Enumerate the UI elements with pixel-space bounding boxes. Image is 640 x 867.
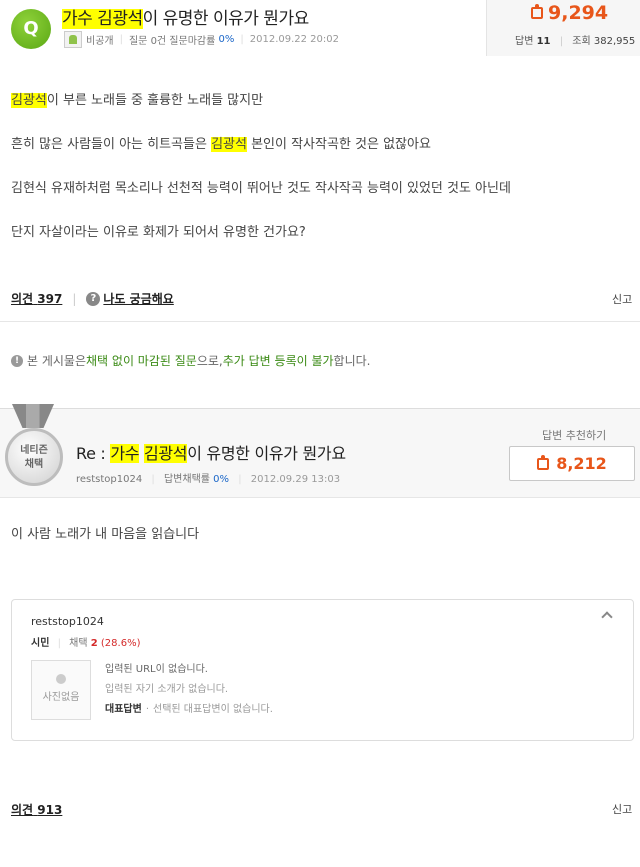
closed-notice: ! 본 게시물은 채택 없이 마감된 질문 으로, 추가 답변 등록이 불가 합니다… bbox=[11, 352, 370, 369]
profile-rep-answer: 대표답변 · 선택된 대표답변이 없습니다. bbox=[105, 700, 273, 720]
medal-line: 네티즌 bbox=[20, 445, 48, 456]
meta-separator: | bbox=[119, 34, 123, 45]
question-answer-view-stats: 답변 11 | 조회 382,955 bbox=[515, 32, 635, 47]
profile-rank-label: 시민 bbox=[31, 638, 50, 649]
opinion-label: 의견 bbox=[11, 803, 34, 817]
notice-text: 본 게시물은 bbox=[27, 354, 87, 368]
question-title-rest: 이 유명한 이유가 뭔가요 bbox=[142, 9, 310, 29]
question-title-highlight: 가수 김광석 bbox=[62, 9, 143, 29]
adopt-percent: (28.6%) bbox=[100, 638, 141, 649]
opinion-label: 의견 bbox=[11, 292, 34, 306]
views-label: 조회 bbox=[572, 36, 591, 47]
notice-highlight: 추가 답변 등록이 불가 bbox=[222, 354, 334, 368]
answer-recommend-button[interactable]: 8,212 bbox=[509, 446, 635, 481]
profile-url-info: 입력된 URL이 없습니다. bbox=[105, 664, 208, 675]
body-text: 이 부른 노래들 중 훌륭한 노래들 많지만 bbox=[46, 93, 264, 108]
profile-info: 입력된 URL이 없습니다. 입력된 자기 소개가 없습니다. 대표답변 · 선택된… bbox=[105, 660, 273, 720]
stats-separator: | bbox=[559, 36, 564, 47]
person-icon bbox=[56, 674, 66, 684]
question-paragraph: 흔히 많은 사람들이 아는 히트곡들은 김광석 본인이 작사작곡한 것은 없잖아… bbox=[11, 134, 511, 156]
answer-meta: reststop1024 | 답변채택률 0% | 2012.09.29 13:… bbox=[76, 470, 340, 485]
question-recommend-score[interactable]: 9,294 bbox=[531, 2, 608, 24]
profile-rank: 시민 | 채택 2 (28.6%) bbox=[31, 634, 140, 649]
close-rate: 0% bbox=[218, 34, 235, 45]
question-paragraph: 단지 자살이라는 이유로 화제가 되어서 유명한 건가요? bbox=[11, 225, 306, 240]
divider bbox=[0, 321, 640, 322]
bullet: · bbox=[145, 704, 149, 715]
rep-answer-label: 대표답변 bbox=[105, 704, 142, 715]
answer-author[interactable]: reststop1024 bbox=[76, 474, 142, 485]
thumbs-up-icon bbox=[537, 454, 550, 470]
action-separator: | bbox=[72, 291, 77, 306]
answer-title-prefix: Re : bbox=[76, 444, 111, 463]
notice-text: 합니다. bbox=[333, 354, 371, 368]
answer-recommend-count: 8,212 bbox=[556, 454, 607, 473]
question-meta: 비공개 | 질문 0건 질문마감률 0% | 2012.09.22 20:02 bbox=[64, 31, 339, 48]
question-actions: 의견 397 | ? 나도 궁금해요 bbox=[11, 290, 174, 307]
adopt-label: 채택 bbox=[69, 638, 88, 649]
body-text: 흔히 많은 사람들이 아는 히트곡들은 bbox=[11, 137, 212, 152]
me-too-button[interactable]: 나도 궁금해요 bbox=[103, 290, 173, 307]
body-highlight: 김광석 bbox=[211, 137, 247, 152]
question-date: 2012.09.22 20:02 bbox=[249, 34, 340, 45]
meta-separator: | bbox=[240, 34, 244, 45]
profile-photo-placeholder: 사진없음 bbox=[31, 660, 91, 720]
body-highlight: 김광석 bbox=[11, 93, 47, 108]
answers-count: 11 bbox=[536, 36, 551, 47]
notice-text: 으로, bbox=[196, 354, 223, 368]
thumbs-up-icon bbox=[531, 4, 543, 19]
notice-icon: ! bbox=[11, 354, 23, 367]
opinion-link[interactable]: 의견 397 bbox=[11, 290, 62, 307]
answer-title: Re : 가수 김광석이 유명한 이유가 뭔가요 bbox=[76, 440, 346, 464]
views-count: 382,955 bbox=[593, 36, 636, 47]
answers-label: 답변 bbox=[515, 36, 534, 47]
answer-rate: 0% bbox=[213, 474, 230, 485]
answer-body: 이 사람 노래가 내 마음을 읽습니다 bbox=[11, 527, 200, 542]
answer-actions: 의견 913 bbox=[11, 801, 62, 818]
answer-title-highlight: 김광석 bbox=[143, 444, 188, 463]
answer-rate-label: 답변채택률 bbox=[163, 474, 210, 485]
answer-report-link[interactable]: 신고 bbox=[612, 801, 632, 817]
question-paragraph: 김광석이 부른 노래들 중 훌륭한 노래들 많지만 bbox=[11, 90, 511, 112]
profile-intro-info: 입력된 자기 소개가 없습니다. bbox=[105, 684, 229, 695]
question-author[interactable]: 비공개 bbox=[86, 32, 114, 47]
adopt-count: 2 bbox=[90, 638, 98, 649]
answer-opinion-link[interactable]: 의견 913 bbox=[11, 803, 62, 817]
meta-separator: | bbox=[238, 474, 242, 485]
question-body: 김광석이 부른 노래들 중 훌륭한 노래들 많지만 흔히 많은 사람들이 아는 … bbox=[11, 90, 511, 266]
medal-line: 채택 bbox=[24, 459, 44, 470]
netizen-choice-medal-icon: 네티즌 채택 bbox=[5, 428, 63, 486]
answer-recommend-label: 답변 추천하기 bbox=[542, 429, 607, 442]
answer-title-highlight: 가수 bbox=[110, 444, 140, 463]
author-avatar-icon bbox=[64, 31, 82, 48]
question-paragraph: 김현식 유재하처럼 목소리나 선천적 능력이 뛰어난 것도 작사작곡 능력이 있… bbox=[11, 181, 511, 196]
profile-name[interactable]: reststop1024 bbox=[31, 615, 104, 628]
question-mark-icon: ? bbox=[86, 291, 101, 306]
meta-separator: | bbox=[151, 474, 155, 485]
question-badge-icon: Q bbox=[11, 9, 51, 49]
question-recommend-count: 9,294 bbox=[548, 2, 609, 24]
report-link[interactable]: 신고 bbox=[612, 291, 632, 307]
opinion-count: 397 bbox=[37, 292, 63, 306]
answer-date: 2012.09.29 13:03 bbox=[250, 474, 341, 485]
rep-answer-info: 선택된 대표답변이 없습니다. bbox=[153, 704, 273, 715]
answer-title-rest: 이 유명한 이유가 뭔가요 bbox=[187, 444, 346, 463]
question-count-text: 질문 0건 질문마감률 bbox=[128, 36, 216, 47]
no-photo-label: 사진없음 bbox=[42, 692, 80, 703]
meta-separator: | bbox=[57, 638, 61, 649]
body-text: 본인이 작사작곡한 것은 없잖아요 bbox=[246, 137, 431, 152]
opinion-count: 913 bbox=[37, 803, 63, 817]
notice-highlight: 채택 없이 마감된 질문 bbox=[86, 354, 197, 368]
question-title: 가수 김광석이 유명한 이유가 뭔가요 bbox=[62, 4, 309, 29]
